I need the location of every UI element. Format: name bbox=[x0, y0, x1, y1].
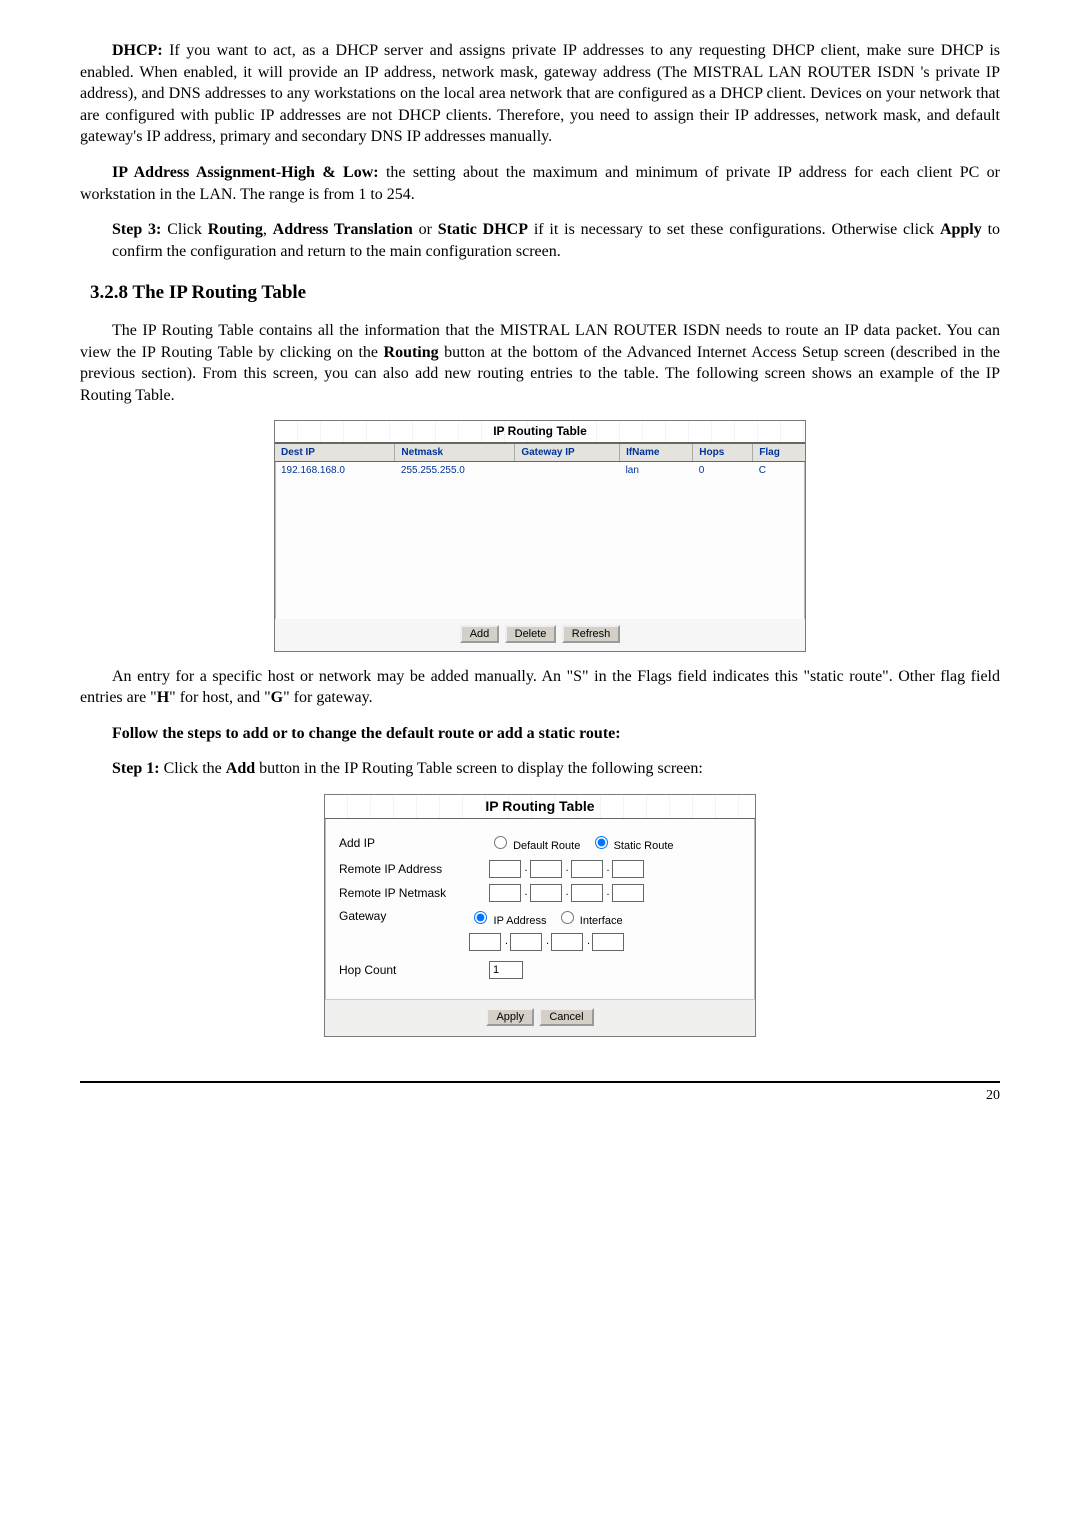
apply-button[interactable]: Apply bbox=[486, 1008, 534, 1026]
radio-default-route[interactable]: Default Route bbox=[489, 840, 583, 852]
gw-oct2[interactable] bbox=[510, 933, 542, 951]
refresh-button[interactable]: Refresh bbox=[562, 625, 621, 643]
remote-ip-oct4[interactable] bbox=[612, 860, 644, 878]
para-step1: Step 1: Click the Add button in the IP R… bbox=[80, 758, 1000, 780]
text-dhcp: If you want to act, as a DHCP server and… bbox=[80, 42, 1000, 145]
radio-interface[interactable]: Interface bbox=[556, 915, 623, 927]
follow-heading: Follow the steps to add or to change the… bbox=[112, 723, 1000, 745]
col-hops: Hops bbox=[693, 443, 753, 462]
table-row[interactable]: 192.168.168.0 255.255.255.0 lan 0 C bbox=[275, 462, 805, 480]
col-gateway: Gateway IP bbox=[515, 443, 620, 462]
col-flag: Flag bbox=[753, 443, 805, 462]
cell-dest: 192.168.168.0 bbox=[275, 462, 395, 480]
label-gateway: Gateway bbox=[339, 908, 469, 924]
col-dest-ip: Dest IP bbox=[275, 443, 395, 462]
cell-mask: 255.255.255.0 bbox=[395, 462, 515, 480]
remote-ip-oct3[interactable] bbox=[571, 860, 603, 878]
radio-ip-address[interactable]: IP Address bbox=[469, 915, 549, 927]
add-route-buttons: Apply Cancel bbox=[325, 999, 755, 1036]
col-netmask: Netmask bbox=[395, 443, 515, 462]
col-ifname: IfName bbox=[620, 443, 693, 462]
delete-button[interactable]: Delete bbox=[505, 625, 557, 643]
label-hop-count: Hop Count bbox=[339, 962, 489, 978]
cell-gw bbox=[515, 462, 620, 480]
para-dhcp: DHCP: If you want to act, as a DHCP serv… bbox=[80, 40, 1000, 148]
cancel-button[interactable]: Cancel bbox=[539, 1008, 593, 1026]
gateway-ip-field: . . . bbox=[469, 933, 625, 951]
remote-mask-field: . . . bbox=[489, 884, 645, 902]
label-step3: Step 3: bbox=[112, 221, 161, 238]
add-route-panel: IP Routing Table Add IP Default Route St… bbox=[324, 794, 756, 1037]
remote-mask-oct1[interactable] bbox=[489, 884, 521, 902]
routing-table: Dest IP Netmask Gateway IP IfName Hops F… bbox=[275, 443, 805, 619]
radio-interface-input[interactable] bbox=[561, 911, 574, 924]
remote-mask-oct4[interactable] bbox=[612, 884, 644, 902]
routing-table-title: IP Routing Table bbox=[275, 421, 805, 442]
section-intro: The IP Routing Table contains all the in… bbox=[80, 320, 1000, 406]
cell-hops: 0 bbox=[693, 462, 753, 480]
label-remote-ip: Remote IP Address bbox=[339, 861, 489, 877]
cell-if: lan bbox=[620, 462, 693, 480]
remote-ip-oct1[interactable] bbox=[489, 860, 521, 878]
gw-oct4[interactable] bbox=[592, 933, 624, 951]
label-ipa: IP Address Assignment-High & Low: bbox=[112, 164, 379, 181]
remote-mask-oct3[interactable] bbox=[571, 884, 603, 902]
hop-count-input[interactable]: 1 bbox=[489, 961, 523, 979]
radio-ip-address-input[interactable] bbox=[474, 911, 487, 924]
routing-table-buttons: Add Delete Refresh bbox=[275, 619, 805, 651]
para-ipa: IP Address Assignment-High & Low: the se… bbox=[80, 162, 1000, 205]
gw-oct1[interactable] bbox=[469, 933, 501, 951]
cell-flag: C bbox=[753, 462, 805, 480]
radio-static-route[interactable]: Static Route bbox=[590, 840, 674, 852]
radio-static-route-input[interactable] bbox=[595, 836, 608, 849]
routing-table-body: Dest IP Netmask Gateway IP IfName Hops F… bbox=[275, 443, 805, 651]
para-step3: Step 3: Click Routing, Address Translati… bbox=[80, 219, 1000, 262]
add-route-body: Add IP Default Route Static Route Remote… bbox=[325, 819, 755, 1000]
remote-mask-oct2[interactable] bbox=[530, 884, 562, 902]
remote-ip-field: . . . bbox=[489, 860, 645, 878]
gw-oct3[interactable] bbox=[551, 933, 583, 951]
routing-table-panel: IP Routing Table Dest IP Netmask Gateway… bbox=[274, 420, 806, 651]
add-route-title: IP Routing Table bbox=[325, 795, 755, 819]
label-remote-mask: Remote IP Netmask bbox=[339, 885, 489, 901]
para-entry: An entry for a specific host or network … bbox=[80, 666, 1000, 709]
label-dhcp: DHCP: bbox=[112, 42, 163, 59]
label-add-ip: Add IP bbox=[339, 835, 489, 851]
label-step1: Step 1: bbox=[112, 760, 160, 777]
section-heading: 3.2.8 The IP Routing Table bbox=[90, 280, 1000, 306]
add-button[interactable]: Add bbox=[460, 625, 500, 643]
page-number: 20 bbox=[80, 1081, 1000, 1106]
radio-default-route-input[interactable] bbox=[494, 836, 507, 849]
remote-ip-oct2[interactable] bbox=[530, 860, 562, 878]
